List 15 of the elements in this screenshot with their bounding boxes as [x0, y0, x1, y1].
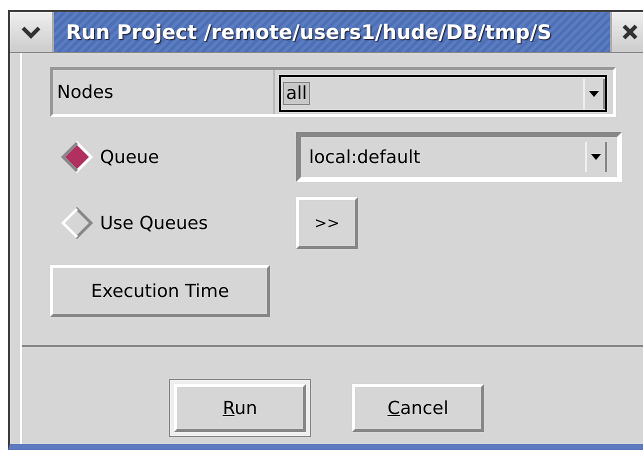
execution-time-button[interactable]: Execution Time: [50, 265, 270, 317]
window-menu-button[interactable]: [10, 12, 54, 52]
nodes-label: Nodes: [53, 70, 275, 114]
close-icon: [622, 24, 638, 40]
radio-label: Use Queues: [100, 212, 208, 234]
dialog-button[interactable]: Cancel: [352, 384, 484, 432]
chevron-down-icon: [21, 25, 41, 39]
nodes-combo[interactable]: all: [279, 75, 607, 112]
close-button[interactable]: [610, 12, 643, 52]
radio-button[interactable]: [60, 206, 94, 240]
queue-combo[interactable]: local:default: [296, 132, 622, 182]
radio-label: Queue: [100, 146, 160, 168]
window-title: Run Project /remote/users1/hude/DB/tmp/S: [54, 12, 610, 52]
dialog-button[interactable]: Run: [174, 384, 306, 432]
expand-button[interactable]: >>: [296, 197, 358, 249]
